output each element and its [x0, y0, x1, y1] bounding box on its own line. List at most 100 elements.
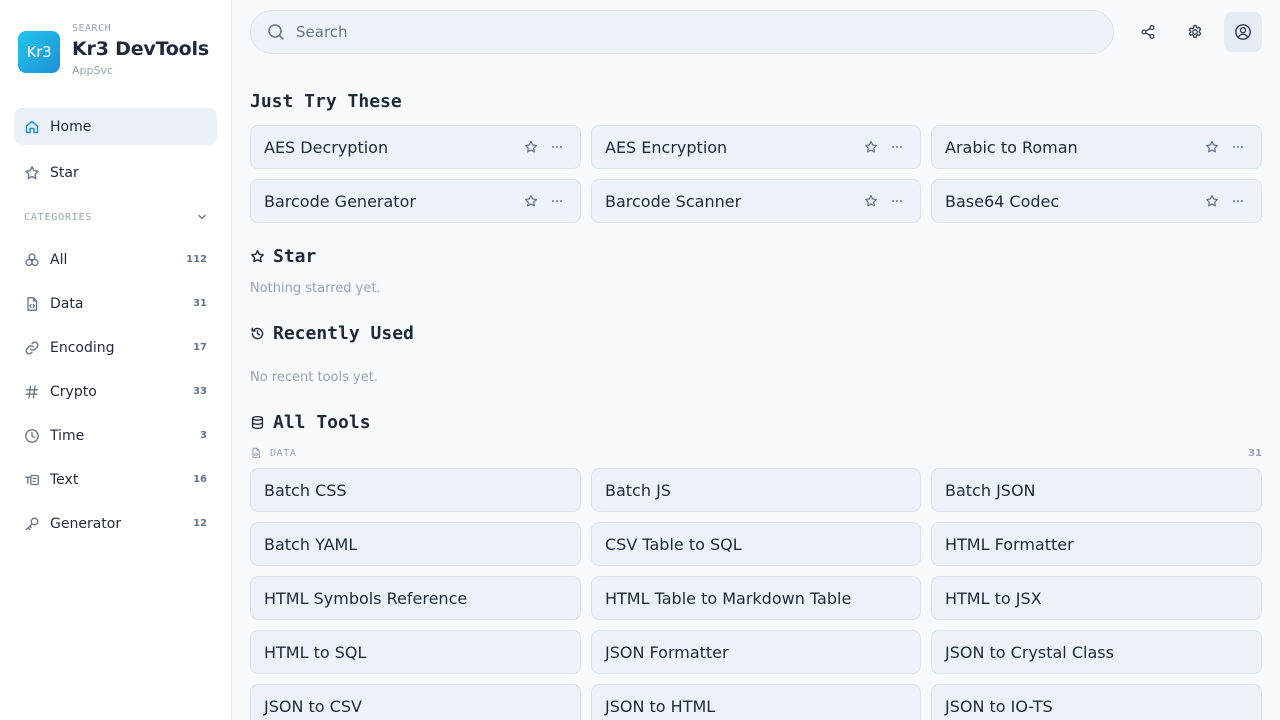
- all-categories-icon: [25, 252, 39, 266]
- category-label: Encoding: [50, 339, 115, 356]
- tool-card[interactable]: JSON to HTML: [591, 684, 921, 720]
- category-data[interactable]: Data 31: [14, 285, 217, 322]
- star-icon: [1206, 194, 1218, 207]
- tool-name: JSON Formatter: [605, 642, 729, 662]
- more-horizontal-icon: [552, 146, 562, 148]
- tool-card[interactable]: AES Decryption: [250, 125, 581, 169]
- tool-name: HTML to SQL: [264, 642, 367, 662]
- category-text[interactable]: Text 16: [14, 461, 217, 498]
- nav-label: Star: [50, 164, 79, 181]
- try-grid: AES Decryption AES Encryption Arabic to …: [250, 125, 1262, 223]
- hash-icon: [25, 384, 39, 399]
- tool-name: Base64 Codec: [945, 191, 1060, 211]
- tool-card[interactable]: Barcode Scanner: [591, 179, 921, 223]
- more-options-button[interactable]: [889, 193, 905, 209]
- tool-card[interactable]: Batch CSS: [250, 468, 581, 512]
- tool-card[interactable]: HTML Table to Markdown Table: [591, 576, 921, 620]
- tool-card[interactable]: HTML to JSX: [931, 576, 1262, 620]
- tool-card[interactable]: Batch JSON: [931, 468, 1262, 512]
- tool-card[interactable]: JSON to CSV: [250, 684, 581, 720]
- tool-card[interactable]: JSON to IO-TS: [931, 684, 1262, 720]
- more-options-button[interactable]: [549, 193, 565, 209]
- app-logo: Kr3: [18, 31, 60, 73]
- settings-button[interactable]: [1176, 12, 1214, 52]
- tool-name: AES Encryption: [605, 137, 728, 157]
- star-tool-button[interactable]: [523, 193, 539, 209]
- categories-heading: CATEGORIES: [24, 211, 93, 223]
- tool-name: AES Decryption: [264, 137, 389, 157]
- category-label: Generator: [50, 515, 122, 532]
- tool-card[interactable]: HTML to SQL: [250, 630, 581, 674]
- tool-card[interactable]: HTML Formatter: [931, 522, 1262, 566]
- more-options-button[interactable]: [1230, 193, 1246, 209]
- search-bar[interactable]: [250, 10, 1114, 54]
- tool-card[interactable]: Arabic to Roman: [931, 125, 1262, 169]
- more-horizontal-icon: [892, 200, 902, 202]
- more-horizontal-icon: [1233, 200, 1243, 202]
- category-label: All: [50, 251, 68, 268]
- nav-item-home[interactable]: Home: [14, 108, 217, 145]
- tool-card[interactable]: JSON Formatter: [591, 630, 921, 674]
- category-all[interactable]: All 112: [14, 241, 217, 278]
- more-options-button[interactable]: [889, 139, 905, 155]
- category-label: Data: [50, 295, 84, 312]
- clock-icon: [25, 428, 39, 443]
- section-title-text: Star: [273, 246, 317, 267]
- search-input[interactable]: [296, 23, 1076, 41]
- tool-card[interactable]: CSV Table to SQL: [591, 522, 921, 566]
- nav-label: Home: [50, 118, 92, 135]
- share-button[interactable]: [1129, 12, 1167, 52]
- more-horizontal-icon: [892, 146, 902, 148]
- more-options-button[interactable]: [549, 139, 565, 155]
- tool-name: HTML to JSX: [945, 588, 1042, 608]
- tool-card[interactable]: Base64 Codec: [931, 179, 1262, 223]
- category-crypto[interactable]: Crypto 33: [14, 373, 217, 410]
- tool-card[interactable]: AES Encryption: [591, 125, 921, 169]
- star-icon: [525, 140, 537, 153]
- category-count: 16: [193, 474, 207, 485]
- star-tool-button[interactable]: [863, 193, 879, 209]
- chevron-down-icon: [198, 214, 206, 220]
- star-icon: [865, 194, 877, 207]
- category-count: 3: [200, 430, 207, 441]
- category-time[interactable]: Time 3: [14, 417, 217, 454]
- section-title-star: Star: [250, 246, 316, 267]
- tool-name: JSON to Crystal Class: [945, 642, 1114, 662]
- data-tools-grid: Batch CSS Batch JS Batch JSON Batch YAML…: [250, 468, 1262, 720]
- tool-name: Batch JSON: [945, 480, 1036, 500]
- category-count: 17: [193, 342, 207, 353]
- tool-card[interactable]: Batch JS: [591, 468, 921, 512]
- more-horizontal-icon: [552, 200, 562, 202]
- account-button[interactable]: [1224, 12, 1262, 52]
- nav-item-star[interactable]: Star: [14, 154, 217, 191]
- tool-card[interactable]: Batch YAML: [250, 522, 581, 566]
- category-count: 12: [193, 518, 207, 529]
- tool-name: Batch CSS: [264, 480, 347, 500]
- tool-name: Arabic to Roman: [945, 137, 1078, 157]
- link-icon: [25, 341, 39, 354]
- tool-name: HTML Formatter: [945, 534, 1074, 554]
- star-tool-button[interactable]: [1204, 139, 1220, 155]
- star-tool-button[interactable]: [1204, 193, 1220, 209]
- tool-card[interactable]: HTML Symbols Reference: [250, 576, 581, 620]
- tool-card[interactable]: Barcode Generator: [250, 179, 581, 223]
- categories-toggle[interactable]: CATEGORIES: [24, 209, 208, 225]
- recent-empty-message: No recent tools yet.: [250, 370, 378, 385]
- tool-card[interactable]: JSON to Crystal Class: [931, 630, 1262, 674]
- category-generator[interactable]: Generator 12: [14, 505, 217, 542]
- database-icon: [251, 415, 264, 430]
- sidebar: Kr3 SEARCH Kr3 DevTools AppSvc Home Star…: [0, 0, 232, 720]
- category-group-header: DATA 31: [250, 446, 1262, 460]
- brand[interactable]: Kr3 SEARCH Kr3 DevTools AppSvc: [18, 22, 209, 79]
- star-icon: [1206, 140, 1218, 153]
- tool-name: Barcode Generator: [264, 191, 416, 211]
- tool-name: JSON to CSV: [264, 696, 362, 716]
- tool-name: JSON to IO-TS: [945, 696, 1053, 716]
- main-content: Just Try These AES Decryption AES Encryp…: [232, 0, 1280, 720]
- tool-name: JSON to HTML: [605, 696, 716, 716]
- category-encoding[interactable]: Encoding 17: [14, 329, 217, 366]
- star-tool-button[interactable]: [523, 139, 539, 155]
- tool-name: Batch YAML: [264, 534, 358, 554]
- star-tool-button[interactable]: [863, 139, 879, 155]
- more-options-button[interactable]: [1230, 139, 1246, 155]
